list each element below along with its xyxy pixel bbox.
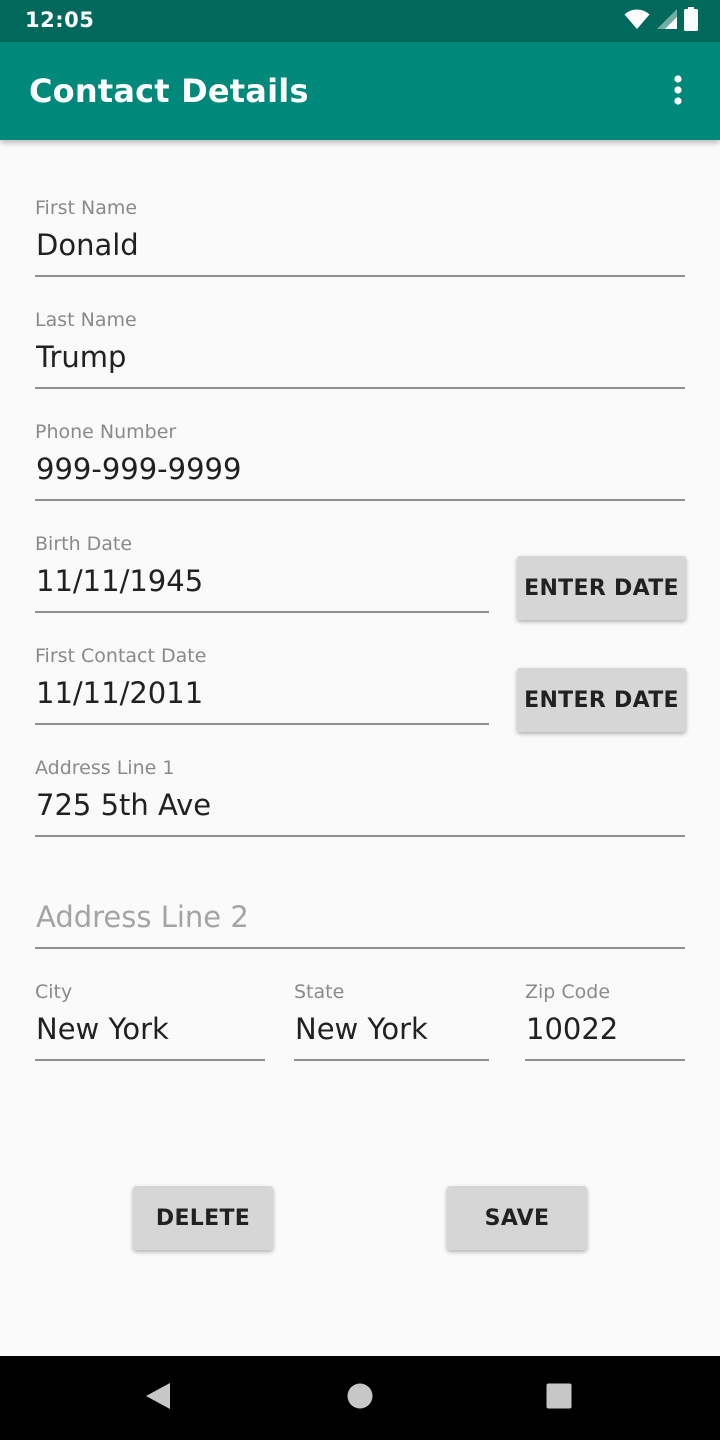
last-name-label: Last Name <box>35 309 137 331</box>
page-title: Contact Details <box>29 72 309 110</box>
last-name-input[interactable] <box>35 339 685 389</box>
more-vertical-icon <box>673 75 683 109</box>
navigation-bar <box>0 1356 720 1440</box>
zip-code-field: Zip Code <box>525 981 685 1065</box>
address-line-2-input[interactable] <box>35 899 685 949</box>
first-name-input[interactable] <box>35 227 685 277</box>
birth-date-label: Birth Date <box>35 533 133 555</box>
enter-first-contact-date-button[interactable]: ENTER DATE <box>517 668 686 732</box>
address-line-1-label: Address Line 1 <box>35 757 175 779</box>
wifi-icon <box>624 8 650 34</box>
birth-date-input[interactable] <box>35 563 489 613</box>
status-bar: 12:05 <box>0 0 720 42</box>
state-input[interactable] <box>294 1011 489 1061</box>
state-label: State <box>294 981 345 1003</box>
address-line-1-input[interactable] <box>35 787 685 837</box>
city-label: City <box>35 981 73 1003</box>
enter-birth-date-button[interactable]: ENTER DATE <box>517 556 686 620</box>
address-line-2-field <box>35 869 685 953</box>
first-name-field: First Name <box>35 197 685 281</box>
home-icon <box>347 1383 373 1413</box>
birth-date-field: Birth Date <box>35 533 489 617</box>
app-bar: Contact Details <box>0 42 720 140</box>
phone-number-field: Phone Number <box>35 421 685 505</box>
save-button[interactable]: SAVE <box>447 1186 587 1250</box>
first-contact-date-label: First Contact Date <box>35 645 207 667</box>
status-time: 12:05 <box>25 8 95 32</box>
address-line-1-field: Address Line 1 <box>35 757 685 841</box>
phone-number-input[interactable] <box>35 451 685 501</box>
last-name-field: Last Name <box>35 309 685 393</box>
back-button[interactable] <box>137 1377 179 1419</box>
state-field: State <box>294 981 489 1065</box>
recents-button[interactable] <box>538 1377 580 1419</box>
delete-button[interactable]: DELETE <box>133 1186 273 1250</box>
city-field: City <box>35 981 265 1065</box>
back-icon <box>144 1381 172 1415</box>
city-input[interactable] <box>35 1011 265 1061</box>
zip-code-label: Zip Code <box>525 981 611 1003</box>
battery-icon <box>684 7 698 35</box>
phone-number-label: Phone Number <box>35 421 177 443</box>
first-name-label: First Name <box>35 197 138 219</box>
overflow-menu-button[interactable] <box>656 70 700 114</box>
first-contact-date-field: First Contact Date <box>35 645 489 729</box>
first-contact-date-input[interactable] <box>35 675 489 725</box>
signal-icon <box>656 8 678 34</box>
recents-icon <box>546 1383 572 1413</box>
home-button[interactable] <box>339 1377 381 1419</box>
zip-code-input[interactable] <box>525 1011 685 1061</box>
status-icons <box>624 7 698 35</box>
